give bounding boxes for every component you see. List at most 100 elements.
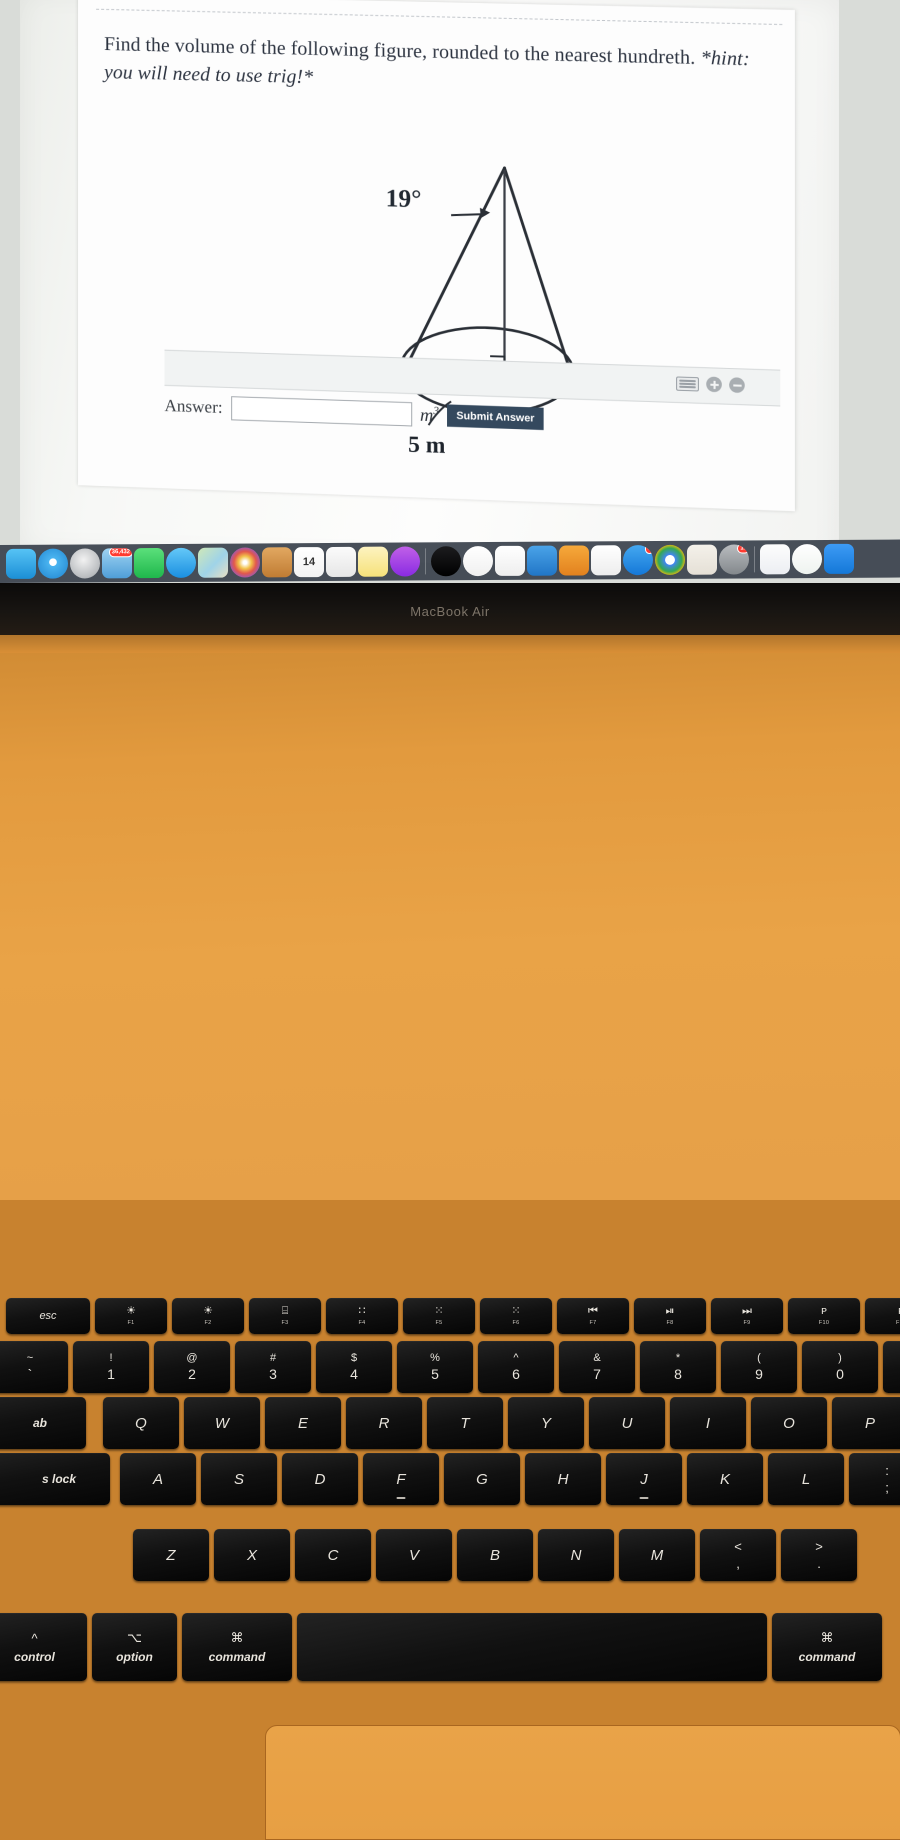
key-f6[interactable]: ⁙ F6: [480, 1298, 552, 1334]
key-x[interactable]: X: [214, 1529, 290, 1581]
key-k[interactable]: K: [687, 1453, 763, 1505]
key-two[interactable]: @2: [154, 1341, 230, 1393]
key-f3[interactable]: ⌸ F3: [249, 1298, 321, 1334]
key-control[interactable]: ^ control: [0, 1613, 87, 1681]
dock-icon-zoom[interactable]: [824, 543, 854, 574]
dock-icon-system-preferences[interactable]: 17: [719, 544, 749, 575]
key-zero[interactable]: ) 0: [802, 1341, 878, 1393]
trackpad[interactable]: [265, 1725, 900, 1840]
key-six[interactable]: ^ 6: [478, 1341, 554, 1393]
key-four[interactable]: $4: [316, 1341, 392, 1393]
key-caps-lock[interactable]: s lock: [0, 1453, 110, 1505]
key-shift-label: <: [734, 1539, 742, 1554]
key-period[interactable]: >.: [781, 1529, 857, 1581]
dock-icon-facetime[interactable]: [134, 547, 164, 579]
key-q[interactable]: Q: [103, 1397, 179, 1449]
dock-icon-finder[interactable]: [6, 548, 36, 579]
dock-icon-webex[interactable]: [792, 543, 822, 575]
key-tab[interactable]: ab: [0, 1397, 86, 1449]
dock-icon-notes[interactable]: [358, 546, 388, 577]
key-command[interactable]: ⌘ command: [182, 1613, 292, 1681]
answer-input[interactable]: [230, 396, 412, 427]
key-comma[interactable]: <,: [700, 1529, 776, 1581]
key-w[interactable]: W: [184, 1397, 260, 1449]
key-c[interactable]: C: [295, 1529, 371, 1581]
submit-answer-button[interactable]: Submit Answer: [447, 404, 544, 431]
key-o[interactable]: O: [751, 1397, 827, 1449]
key-eight[interactable]: * 8: [640, 1341, 716, 1393]
dock-icon-numbers[interactable]: [495, 545, 525, 576]
dock-icon-contacts[interactable]: [262, 547, 292, 578]
key-glyph: ⁙: [511, 1305, 521, 1317]
key-f7[interactable]: ⏮ F7: [557, 1298, 629, 1334]
dock-icon-books[interactable]: [687, 544, 717, 575]
dock-icon-maps[interactable]: [198, 547, 228, 578]
key-j[interactable]: J: [606, 1453, 682, 1505]
key-y[interactable]: Y: [508, 1397, 584, 1449]
key-esc[interactable]: esc: [6, 1298, 90, 1334]
key-f10[interactable]: ᴘ F10: [788, 1298, 860, 1334]
key-fname: F6: [512, 1320, 520, 1326]
key-p[interactable]: P: [832, 1397, 900, 1449]
key-g[interactable]: G: [444, 1453, 520, 1505]
dock-icon-microsoft-teams[interactable]: [760, 544, 790, 575]
key-one[interactable]: ! 1: [73, 1341, 149, 1393]
key-u[interactable]: U: [589, 1397, 665, 1449]
key-space[interactable]: [297, 1613, 767, 1681]
key-m[interactable]: M: [619, 1529, 695, 1581]
key-f2[interactable]: ☀ F2: [172, 1298, 244, 1334]
key-t[interactable]: T: [427, 1397, 503, 1449]
key-a[interactable]: A: [120, 1453, 196, 1505]
key-nine[interactable]: (9: [721, 1341, 797, 1393]
dock-icon-pages[interactable]: [559, 545, 589, 576]
dock-icon-chrome[interactable]: [655, 544, 685, 575]
dock-icon-keynote[interactable]: [527, 545, 557, 576]
dock-icon-podcasts[interactable]: [390, 546, 420, 577]
key-label: C: [327, 1546, 339, 1564]
key-z[interactable]: Z: [133, 1529, 209, 1581]
key-f4[interactable]: ∷ F4: [326, 1298, 398, 1334]
key-fname: F3: [281, 1320, 289, 1326]
key-f11[interactable]: ᴘF11: [865, 1298, 900, 1334]
key-f9[interactable]: ⏭ F9: [711, 1298, 783, 1334]
key-v[interactable]: V: [376, 1529, 452, 1581]
key-minus[interactable]: —-: [883, 1341, 900, 1393]
key-backtick[interactable]: ~ `: [0, 1341, 68, 1393]
dock-icon-music[interactable]: [591, 545, 621, 576]
key-b[interactable]: B: [457, 1529, 533, 1581]
key-seven[interactable]: & 7: [559, 1341, 635, 1393]
dock-icon-app-tv[interactable]: [431, 546, 461, 577]
key-f8[interactable]: ⏯ F8: [634, 1298, 706, 1334]
dock-icon-messages[interactable]: [166, 547, 196, 578]
key-e[interactable]: E: [265, 1397, 341, 1449]
key-option[interactable]: ⌥ option: [92, 1613, 177, 1681]
key-semicolon[interactable]: :;: [849, 1453, 900, 1505]
key-d[interactable]: D: [282, 1453, 358, 1505]
key-five[interactable]: % 5: [397, 1341, 473, 1393]
key-s[interactable]: S: [201, 1453, 277, 1505]
key-f[interactable]: F: [363, 1453, 439, 1505]
dock-icon-photos[interactable]: [230, 547, 260, 578]
dock-icon-mail[interactable]: 36,432: [102, 548, 132, 579]
dock-icon-reminders[interactable]: [326, 546, 356, 578]
key-l[interactable]: L: [768, 1453, 844, 1505]
dock-icon-app-store[interactable]: 4: [623, 545, 653, 576]
keyboard-icon[interactable]: [676, 375, 699, 391]
key-f5[interactable]: ⁙ F5: [403, 1298, 475, 1334]
zoom-out-icon[interactable]: [729, 377, 745, 394]
zoom-in-icon[interactable]: [706, 376, 722, 393]
dock-icon-launchpad[interactable]: [70, 548, 100, 579]
dock-icon-calendar[interactable]: 14: [294, 547, 324, 578]
key-i[interactable]: I: [670, 1397, 746, 1449]
key-r[interactable]: R: [346, 1397, 422, 1449]
key-h[interactable]: H: [525, 1453, 601, 1505]
dock-icon-label: 14: [302, 556, 316, 569]
key-n[interactable]: N: [538, 1529, 614, 1581]
dock-icon-news[interactable]: [463, 545, 493, 577]
dock-icon-safari[interactable]: [38, 548, 68, 579]
key-three[interactable]: #3: [235, 1341, 311, 1393]
key-command-right[interactable]: ⌘ command: [772, 1613, 882, 1681]
key-f1[interactable]: ☀ F1: [95, 1298, 167, 1334]
key-symbol: ⌥: [127, 1630, 142, 1645]
macbook-model-label: MacBook Air: [410, 604, 490, 619]
